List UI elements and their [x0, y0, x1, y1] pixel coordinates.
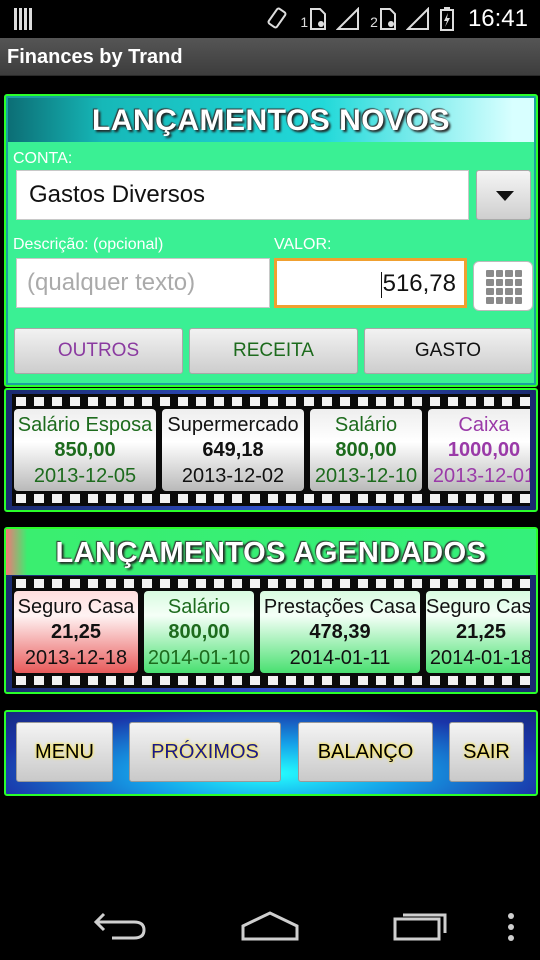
valor-value: 516,78 [382, 270, 456, 297]
status-bar: 1 2 16:41 [0, 0, 540, 38]
scheduled-date: 2014-01-18 [429, 647, 530, 669]
account-date: 2013-12-01 [432, 465, 530, 487]
app-title-bar: Finances by Trand [0, 38, 540, 76]
account-value: 1000,00 [447, 439, 521, 461]
scheduled-header: LANÇAMENTOS AGENDADOS [6, 529, 536, 575]
conta-label: CONTA: [13, 150, 73, 167]
scheduled-strip[interactable]: Seguro Casa 21,25 2013-12-18 Salário 800… [12, 576, 530, 688]
new-entries-panel: LANÇAMENTOS NOVOS CONTA: Gastos Diversos… [4, 94, 538, 387]
account-date: 2013-12-02 [181, 465, 285, 487]
film-holes [12, 494, 530, 503]
app-title: Finances by Trand [7, 46, 183, 68]
menu-button[interactable]: MENU [16, 722, 113, 782]
signal-icon [336, 7, 360, 30]
calculator-button[interactable] [473, 261, 533, 311]
chevron-down-icon [496, 191, 514, 201]
sim1-indicator: 1 [300, 8, 327, 30]
scheduled-name: Seguro Casa [426, 596, 530, 618]
scheduled-value: 800,00 [168, 621, 230, 643]
account-card[interactable]: Salário Esposa 850,00 2013-12-05 [14, 409, 156, 491]
valor-label: VALOR: [274, 236, 332, 253]
description-input[interactable]: (qualquer texto) [16, 258, 270, 308]
receita-button[interactable]: RECEITA [189, 328, 358, 374]
sim-icon [310, 8, 327, 30]
account-date: 2013-12-05 [33, 465, 137, 487]
scheduled-date: 2014-01-11 [289, 647, 391, 669]
scheduled-list: Seguro Casa 21,25 2013-12-18 Salário 800… [14, 591, 530, 673]
sim-icon [379, 8, 396, 30]
clock: 16:41 [467, 5, 528, 32]
gasto-button[interactable]: GASTO [364, 328, 532, 374]
scheduled-value: 478,39 [309, 621, 371, 643]
balanco-button[interactable]: BALANÇO [298, 722, 433, 782]
outros-button[interactable]: OUTROS [14, 328, 183, 374]
signal-icon [405, 7, 429, 30]
film-holes [12, 397, 530, 406]
barcode-icon [14, 8, 36, 30]
scheduled-date: 2013-12-18 [24, 647, 128, 669]
scheduled-value: 21,25 [50, 621, 102, 643]
status-icons: 1 2 16:41 [266, 4, 528, 34]
account-card[interactable]: Salário 800,00 2013-12-10 [310, 409, 422, 491]
scheduled-card[interactable]: Seguro Casa 21,25 2014-01-18 [426, 591, 530, 673]
sair-button[interactable]: SAIR [449, 722, 524, 782]
account-name: Supermercado [167, 414, 299, 436]
account-card[interactable]: Supermercado 649,18 2013-12-02 [162, 409, 304, 491]
home-icon[interactable] [240, 910, 300, 942]
scheduled-card[interactable]: Salário 800,00 2014-01-10 [144, 591, 254, 673]
film-holes [12, 676, 530, 685]
film-holes [12, 579, 530, 588]
accounts-panel: Salário Esposa 850,00 2013-12-05 Superme… [4, 388, 538, 512]
scheduled-value: 21,25 [455, 621, 507, 643]
sim2-indicator: 2 [370, 8, 396, 30]
account-value: 800,00 [335, 439, 397, 461]
account-name: Caixa [458, 414, 510, 436]
account-card[interactable]: Caixa 1000,00 2013-12-01 [428, 409, 530, 491]
accounts-strip[interactable]: Salário Esposa 850,00 2013-12-05 Superme… [12, 394, 530, 506]
scheduled-panel: LANÇAMENTOS AGENDADOS Seguro Casa 21,25 … [4, 527, 538, 694]
scheduled-date: 2014-01-10 [147, 647, 251, 669]
overflow-menu-icon[interactable] [506, 912, 516, 942]
new-entries-form: LANÇAMENTOS NOVOS CONTA: Gastos Diversos… [8, 98, 534, 383]
description-label: Descrição: (opcional) [13, 236, 164, 253]
back-icon[interactable] [92, 910, 148, 940]
account-name: Salário Esposa [17, 414, 153, 436]
proximos-button[interactable]: PRÓXIMOS [129, 722, 281, 782]
calculator-icon [486, 270, 522, 304]
account-dropdown-button[interactable] [476, 170, 531, 220]
scheduled-card[interactable]: Seguro Casa 21,25 2013-12-18 [14, 591, 138, 673]
new-entries-header: LANÇAMENTOS NOVOS [8, 98, 534, 142]
valor-input[interactable]: 516,78 [274, 258, 467, 308]
navigation-bar [0, 880, 540, 960]
rotate-icon [267, 7, 287, 29]
account-name: Salário [334, 414, 398, 436]
scheduled-card[interactable]: Prestações Casa 478,39 2014-01-11 [260, 591, 420, 673]
scheduled-name: Seguro Casa [17, 596, 135, 618]
scheduled-title: LANÇAMENTOS AGENDADOS [55, 537, 487, 569]
battery-charging-icon [439, 7, 454, 31]
account-select[interactable]: Gastos Diversos [16, 170, 469, 220]
bottom-button-bar: MENU PRÓXIMOS BALANÇO SAIR [4, 710, 538, 796]
scheduled-name: Salário [167, 596, 231, 618]
sim1-number: 1 [300, 14, 309, 30]
text-cursor [380, 271, 382, 298]
sim2-number: 2 [370, 14, 378, 30]
account-date: 2013-12-10 [314, 465, 418, 487]
account-value: 649,18 [202, 439, 264, 461]
scheduled-name: Prestações Casa [263, 596, 417, 618]
accounts-list: Salário Esposa 850,00 2013-12-05 Superme… [14, 409, 530, 491]
account-value: 850,00 [54, 439, 116, 461]
recent-apps-icon[interactable] [392, 910, 450, 942]
new-entries-title: LANÇAMENTOS NOVOS [92, 104, 450, 137]
